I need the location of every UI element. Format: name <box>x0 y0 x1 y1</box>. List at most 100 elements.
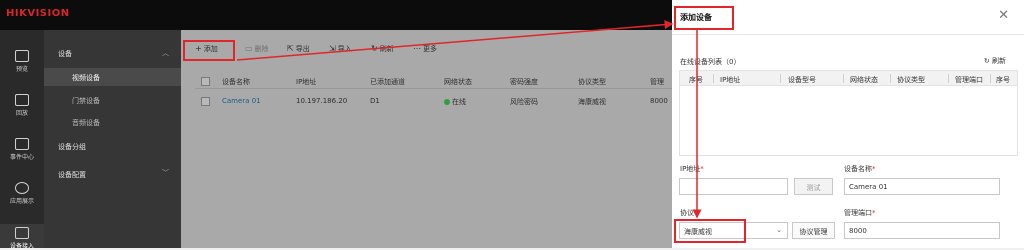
nav-audio-device[interactable]: 音频设备 <box>72 118 100 128</box>
app-icon <box>15 182 29 194</box>
col-password: 密码强度 <box>510 78 538 86</box>
add-device-panel: 添加设备 ✕ 在线设备列表（0） ↻ 刷新 序号 IP地址 设备型号 网络状态 … <box>672 0 1024 248</box>
col-protocol: 协议类型 <box>578 78 606 86</box>
col-device-name: 设备名称 <box>222 78 250 86</box>
trash-icon: ▭ <box>245 44 253 53</box>
ip-input[interactable] <box>679 178 788 195</box>
nav-device-grouping[interactable]: 设备分组 <box>58 142 86 152</box>
name-label-text: 设备名称 <box>844 165 872 173</box>
list-col-protocol: 协议类型 <box>897 76 925 84</box>
protocol-type: 海康威视 <box>578 98 606 106</box>
hikvision-logo: HIKVISION <box>6 8 70 19</box>
col-network: 网络状态 <box>444 78 472 86</box>
protocol-management-button[interactable]: 协议管理 <box>792 222 835 239</box>
list-col-divider <box>843 74 844 83</box>
rail-label-event: 事件中心 <box>9 154 34 161</box>
name-label: 设备名称* <box>844 164 876 174</box>
test-button[interactable]: 测试 <box>794 178 833 195</box>
online-list-label: 在线设备列表（0） <box>680 58 741 66</box>
more-button-label: 更多 <box>423 45 437 53</box>
rail-item-app[interactable]: 应用展示 <box>0 182 44 205</box>
rail-item-preview[interactable]: 预览 <box>0 50 44 73</box>
required-mark: * <box>872 209 876 217</box>
port-label: 管理端口* <box>844 208 876 218</box>
nav-device-config[interactable]: 设备配置 <box>58 170 86 180</box>
col-manage: 管理 <box>650 78 664 86</box>
required-mark: * <box>700 165 704 173</box>
export-button-label: 导出 <box>295 45 310 53</box>
device-icon <box>15 227 29 239</box>
nav-group-device[interactable]: 设备 <box>58 49 72 59</box>
rail-label-app: 应用展示 <box>9 198 34 205</box>
add-button-label: 添加 <box>203 45 218 53</box>
online-list-body <box>679 86 1018 156</box>
ip-label: IP地址* <box>680 164 704 174</box>
manage-port: 8000 <box>650 97 668 105</box>
import-icon: ⇲ <box>329 44 336 53</box>
port-label-text: 管理端口 <box>844 209 872 217</box>
rail-item-playback[interactable]: 回放 <box>0 94 44 117</box>
chevron-down-icon[interactable]: ﹀ <box>162 168 169 178</box>
row-checkbox[interactable] <box>201 97 210 106</box>
rail-item-device[interactable]: 设备接入 <box>0 224 44 250</box>
rail-item-event[interactable]: 事件中心 <box>0 138 44 161</box>
device-channels: D1 <box>370 97 380 105</box>
playback-icon <box>15 94 29 106</box>
select-all-checkbox[interactable] <box>201 77 210 86</box>
nav-door-device[interactable]: 门禁设备 <box>72 96 100 106</box>
export-icon: ⇱ <box>287 44 294 53</box>
more-icon: ⋯ <box>413 44 421 53</box>
table-row[interactable]: Camera 01 10.197.186.20 D1 在线 风险密码 海康威视 … <box>195 94 672 108</box>
panel-title-highlight <box>674 6 734 30</box>
delete-button[interactable]: ▭ 删除 <box>245 44 269 54</box>
required-mark: * <box>872 165 876 173</box>
list-col-divider <box>948 74 949 83</box>
close-icon[interactable]: ✕ <box>998 8 1009 23</box>
online-list-header: 序号 IP地址 设备型号 网络状态 协议类型 管理端口 序号 <box>679 70 1018 86</box>
refresh-icon: ↻ <box>983 57 992 65</box>
list-col-divider <box>890 74 891 83</box>
main-content: + 添加 ▭ 删除 ⇱ 导出 ⇲ 导入 ↻ 刷新 ⋯ 更多 设备名称 IP地址 已添加通道 … <box>181 30 672 248</box>
event-icon <box>15 138 29 150</box>
panel-refresh-button[interactable]: ↻ 刷新 <box>984 56 1006 66</box>
monitor-icon <box>15 50 29 62</box>
list-col-model: 设备型号 <box>788 76 816 84</box>
list-col-index2: 序号 <box>996 76 1010 84</box>
port-input[interactable]: 8000 <box>844 222 1000 239</box>
delete-button-label: 删除 <box>254 45 269 53</box>
table-header: 设备名称 IP地址 已添加通道 网络状态 密码强度 协议类型 管理 <box>195 74 672 89</box>
more-button[interactable]: ⋯ 更多 <box>413 44 437 54</box>
list-col-network: 网络状态 <box>850 76 878 84</box>
import-button[interactable]: ⇲ 导入 <box>329 44 352 54</box>
network-status: 在线 <box>444 97 466 107</box>
import-button-label: 导入 <box>337 45 352 53</box>
rail-label-device: 设备接入 <box>9 243 34 250</box>
chevron-up-icon[interactable]: ︿ <box>162 48 169 58</box>
col-ip: IP地址 <box>296 78 317 86</box>
export-button[interactable]: ⇱ 导出 <box>287 44 310 54</box>
device-name-input[interactable]: Camera 01 <box>844 178 1000 195</box>
list-col-divider <box>713 74 714 83</box>
nav-video-device[interactable]: 视频设备 <box>44 68 181 86</box>
protocol-highlight <box>674 219 746 243</box>
rail-label-preview: 预览 <box>15 66 28 73</box>
rail-label-playback: 回放 <box>15 110 28 117</box>
list-col-divider <box>780 74 781 83</box>
password-strength: 风险密码 <box>510 98 538 106</box>
refresh-icon: ↻ <box>371 44 378 53</box>
list-col-port: 管理端口 <box>955 76 983 84</box>
add-button[interactable]: + 添加 <box>195 44 218 54</box>
chevron-down-icon: ⌄ <box>776 226 782 234</box>
col-channels: 已添加通道 <box>370 78 405 86</box>
online-status-icon <box>444 99 450 105</box>
device-name-link[interactable]: Camera 01 <box>222 97 261 105</box>
device-ip: 10.197.186.20 <box>296 97 348 105</box>
panel-refresh-label: 刷新 <box>992 57 1006 65</box>
left-rail: 预览 回放 事件中心 应用展示 设备接入 <box>0 30 44 250</box>
list-col-ip: IP地址 <box>720 76 741 84</box>
refresh-button[interactable]: ↻ 刷新 <box>371 44 394 54</box>
protocol-label: 协议 <box>680 209 694 217</box>
plus-icon: + <box>195 44 202 53</box>
side-nav: 设备 ︿ 视频设备 门禁设备 音频设备 设备分组 设备配置 ﹀ <box>44 30 181 248</box>
list-col-divider <box>990 74 991 83</box>
